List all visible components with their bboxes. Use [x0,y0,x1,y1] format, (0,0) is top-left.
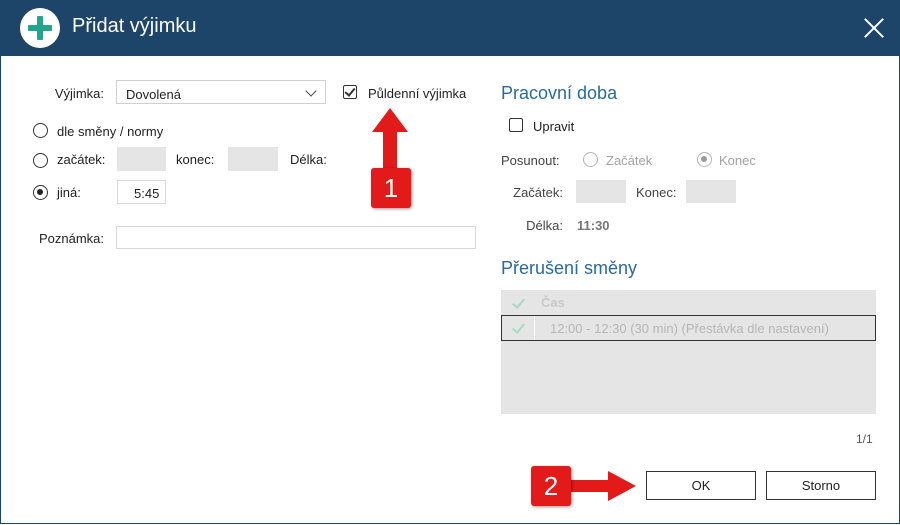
shift-start-radio[interactable] [583,152,598,167]
length-label: Délka: [290,152,327,167]
dialog-title: Přidat výjimku [72,15,197,37]
table-header-time: Čas [541,295,565,310]
work-end-input[interactable] [686,180,736,203]
end-input[interactable] [228,147,278,171]
close-icon[interactable] [860,14,888,42]
radio-by-shift[interactable] [33,123,48,138]
annotation-badge-1: 1 [371,168,411,208]
edit-label: Upravit [533,119,575,134]
other-duration-input[interactable]: 5:45 [117,180,166,204]
half-day-label: Půldenní výjimka [368,86,467,101]
annotation-arrow-right [566,471,636,501]
title-bar: Přidat výjimku [0,0,900,56]
other-duration-value: 5:45 [134,186,160,201]
note-input[interactable] [116,226,476,249]
radio-other-label: jiná: [57,185,81,200]
work-end-label: Konec: [636,185,677,200]
plus-circle-icon [20,8,60,48]
work-length-label: Délka: [526,218,563,233]
pager: 1/1 [856,432,873,446]
table-row[interactable]: 12:00 - 12:30 (30 min) (Přestávka dle na… [501,315,876,341]
chevron-down-icon [305,85,317,97]
work-start-input[interactable] [576,180,626,203]
radio-start-label: začátek: [57,152,106,167]
shift-end-label: Konec [719,153,756,168]
annotation-badge-2: 2 [531,466,571,506]
shift-start-label: Začátek [606,153,653,168]
end-label: konec: [176,152,215,167]
annotation-arrow-up [372,108,408,176]
radio-start[interactable] [33,153,48,168]
table-header: Čas [501,290,876,314]
break-table: Čas 12:00 - 12:30 (30 min) (Přestávka dl… [501,290,876,414]
radio-other[interactable] [33,185,48,200]
break-title: Přerušení směny [501,258,638,278]
radio-by-shift-label: dle směny / normy [57,124,164,139]
edit-checkbox[interactable] [509,118,523,132]
exception-select[interactable]: Dovolená [116,80,326,104]
work-start-label: Začátek: [513,185,563,200]
check-icon[interactable] [511,295,526,309]
break-row-text: 12:00 - 12:30 (30 min) (Přestávka dle na… [550,321,829,336]
half-day-checkbox[interactable] [343,85,357,99]
work-time-title: Pracovní doba [501,83,618,103]
shift-label: Posunout: [501,153,560,168]
exception-label: Výjimka: [54,86,104,101]
shift-end-radio[interactable] [697,152,712,167]
note-label: Poznámka: [38,231,104,246]
exception-select-value: Dovolená [126,87,181,102]
start-input[interactable] [117,147,166,171]
cancel-button[interactable]: Storno [766,471,876,500]
ok-button[interactable]: OK [646,471,756,500]
row-divider [534,316,535,340]
work-length-value: 11:30 [577,218,610,233]
check-icon[interactable] [511,320,526,334]
